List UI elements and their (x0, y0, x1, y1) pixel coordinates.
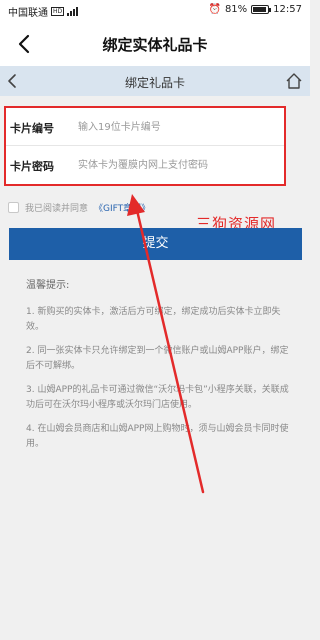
card-number-label: 卡片编号 (10, 122, 54, 135)
agreement-text: 我已阅读并同意 (25, 203, 89, 214)
gift-terms-link[interactable]: 《GIFT章程》 (94, 201, 150, 214)
agreement-row: 我已阅读并同意 《GIFT章程》 (8, 199, 150, 215)
tip-item: 1. 新购买的实体卡，激活后方可绑定，绑定成功后实体卡立即失效。 (26, 307, 281, 332)
inner-title: 绑定礼品卡 (124, 76, 185, 90)
inner-header: 绑定礼品卡 (0, 66, 310, 96)
status-bar: 中国联通 HD ⏰ 81% 12:57 (0, 0, 310, 22)
card-password-label: 卡片密码 (10, 160, 54, 173)
status-left: 中国联通 HD (8, 4, 79, 19)
card-form-highlight: 卡片编号 卡片密码 (4, 106, 286, 186)
agreement-checkbox[interactable] (8, 201, 19, 213)
signal-icon (67, 7, 79, 16)
tip-item: 3. 山姆APP的礼品卡可通过微信“沃尔玛卡包”小程序关联，关联成功后可在沃尔玛… (26, 385, 289, 410)
clock-time: 12:57 (273, 4, 302, 15)
status-right: ⏰ 81% 12:57 (208, 4, 302, 15)
tip-item: 2. 同一张实体卡只允许绑定到一个微信账户或山姆APP账户，绑定后不可解绑。 (26, 346, 289, 371)
tip-item: 4. 在山姆会员商店和山姆APP网上购物时，须与山姆会员卡同时使用。 (26, 424, 289, 449)
card-number-input[interactable] (78, 116, 278, 138)
tips-title: 温馨提示: (26, 280, 70, 291)
alarm-icon: ⏰ (208, 4, 221, 15)
card-password-row: 卡片密码 (6, 146, 284, 184)
battery-percent: 81% (224, 4, 248, 15)
card-password-input[interactable] (78, 154, 278, 176)
nav-bar: 绑定实体礼品卡 (0, 22, 310, 66)
battery-icon (251, 5, 272, 14)
submit-button[interactable]: 提交 (9, 228, 302, 260)
card-number-row: 卡片编号 (6, 108, 284, 146)
home-icon[interactable] (284, 71, 304, 91)
network-badge: HD (51, 7, 65, 16)
page-title: 绑定实体礼品卡 (102, 36, 208, 54)
tips-section: 温馨提示: 1. 新购买的实体卡，激活后方可绑定，绑定成功后实体卡立即失效。 2… (26, 278, 296, 461)
carrier-name: 中国联通 (8, 8, 48, 19)
